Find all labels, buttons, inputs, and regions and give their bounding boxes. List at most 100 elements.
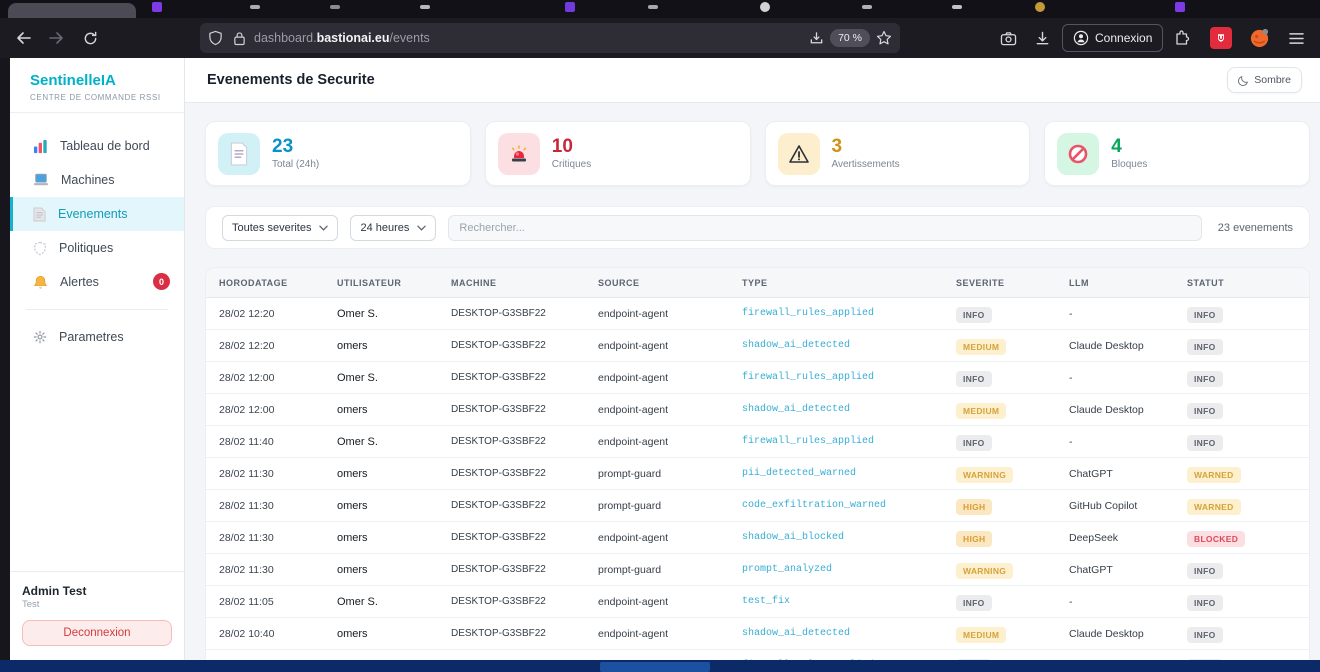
cell-type-link[interactable]: code_exfiltration_warned bbox=[742, 500, 956, 511]
cell-type-link[interactable]: shadow_ai_blocked bbox=[742, 532, 956, 543]
cell-machine: DESKTOP-G3SBF22 bbox=[451, 340, 598, 351]
cell-llm: - bbox=[1069, 308, 1187, 320]
sidebar-item-machines[interactable]: Machines bbox=[10, 163, 184, 197]
column-header: MACHINE bbox=[451, 278, 598, 288]
table-row[interactable]: 28/02 11:30 omers DESKTOP-G3SBF22 prompt… bbox=[206, 490, 1309, 522]
severity-select[interactable]: Toutes severites bbox=[222, 215, 338, 241]
cell-timestamp: 28/02 11:30 bbox=[219, 532, 337, 544]
bookmark-star-icon[interactable] bbox=[876, 30, 892, 46]
extension-icon[interactable] bbox=[1170, 26, 1194, 50]
cell-type-link[interactable]: prompt_analyzed bbox=[742, 564, 956, 575]
table-row[interactable]: 28/02 10:40 omers DESKTOP-G3SBF22 endpoi… bbox=[206, 618, 1309, 650]
status-badge: WARNED bbox=[1187, 499, 1241, 515]
tab-favicon-icon[interactable] bbox=[250, 5, 260, 9]
window-left-edge bbox=[0, 58, 10, 660]
table-row[interactable]: 28/02 11:30 omers DESKTOP-G3SBF22 prompt… bbox=[206, 554, 1309, 586]
table-header-row: HORODATAGE UTILISATEUR MACHINE SOURCE TY… bbox=[206, 268, 1309, 298]
sidebar-item-settings[interactable]: Parametres bbox=[10, 320, 184, 354]
cell-type-link[interactable]: pii_detected_warned bbox=[742, 468, 956, 479]
tab-favicon-icon[interactable] bbox=[152, 2, 162, 12]
table-row[interactable]: 28/02 12:00 Omer S. DESKTOP-G3SBF22 endp… bbox=[206, 362, 1309, 394]
table-row[interactable]: 28/02 12:00 omers DESKTOP-G3SBF22 endpoi… bbox=[206, 394, 1309, 426]
cell-llm: - bbox=[1069, 372, 1187, 384]
tab-favicon-icon[interactable] bbox=[330, 5, 340, 9]
url-text[interactable]: dashboard.bastionai.eu/events bbox=[254, 31, 809, 45]
severity-badge: MEDIUM bbox=[956, 627, 1006, 643]
cell-type-link[interactable]: firewall_rules_applied bbox=[742, 372, 956, 383]
screenshot-camera-icon[interactable] bbox=[996, 26, 1020, 50]
severity-badge: MEDIUM bbox=[956, 403, 1006, 419]
cell-type-link[interactable]: firewall_rules_applied bbox=[742, 436, 956, 447]
stat-card-warnings: 3 Avertissements bbox=[765, 121, 1031, 186]
tracking-shield-icon[interactable] bbox=[208, 30, 223, 46]
cell-type-link[interactable]: firewall_rules_applied bbox=[742, 308, 956, 319]
cell-machine: DESKTOP-G3SBF22 bbox=[451, 628, 598, 639]
sidebar: SentinelleIA CENTRE DE COMMANDE RSSI Tab… bbox=[10, 58, 185, 660]
tab-favicon-icon[interactable] bbox=[760, 2, 770, 12]
tab-favicon-icon[interactable] bbox=[952, 5, 962, 9]
extension-shield-icon[interactable] bbox=[1210, 27, 1232, 49]
table-row[interactable]: 28/02 10:40 Omer S. DESKTOP-G3SBF22 endp… bbox=[206, 650, 1309, 660]
tab-favicon-icon[interactable] bbox=[862, 5, 872, 9]
stat-card-total: 23 Total (24h) bbox=[205, 121, 471, 186]
stat-label: Avertissements bbox=[832, 159, 900, 170]
tab-favicon-icon[interactable] bbox=[1175, 2, 1185, 12]
cell-user: omers bbox=[337, 468, 451, 480]
forward-icon[interactable] bbox=[44, 26, 68, 50]
connexion-button[interactable]: Connexion bbox=[1062, 24, 1163, 52]
cell-type-link[interactable]: shadow_ai_detected bbox=[742, 628, 956, 639]
blocked-icon bbox=[1057, 133, 1099, 175]
table-row[interactable]: 28/02 12:20 omers DESKTOP-G3SBF22 endpoi… bbox=[206, 330, 1309, 362]
cell-user: omers bbox=[337, 628, 451, 640]
cell-timestamp: 28/02 12:00 bbox=[219, 372, 337, 384]
table-row[interactable]: 28/02 12:20 Omer S. DESKTOP-G3SBF22 endp… bbox=[206, 298, 1309, 330]
sidebar-item-events[interactable]: Evenements bbox=[10, 197, 184, 231]
tab-favicon-icon[interactable] bbox=[648, 5, 658, 9]
tab-favicon-icon[interactable] bbox=[1035, 2, 1045, 12]
table-row[interactable]: 28/02 11:05 Omer S. DESKTOP-G3SBF22 endp… bbox=[206, 586, 1309, 618]
zoom-level-badge[interactable]: 70 % bbox=[830, 29, 870, 47]
browser-tab-strip bbox=[0, 0, 1320, 18]
settings-icon bbox=[33, 330, 47, 344]
cell-source: endpoint-agent bbox=[598, 628, 742, 640]
user-block: Admin Test Test Deconnexion bbox=[10, 571, 184, 660]
url-bar[interactable]: dashboard.bastionai.eu/events 70 % bbox=[200, 23, 900, 53]
table-row[interactable]: 28/02 11:30 omers DESKTOP-G3SBF22 prompt… bbox=[206, 458, 1309, 490]
table-row[interactable]: 28/02 11:30 omers DESKTOP-G3SBF22 endpoi… bbox=[206, 522, 1309, 554]
cell-type-link[interactable]: test_fix bbox=[742, 596, 956, 607]
back-icon[interactable] bbox=[12, 26, 36, 50]
cell-user: omers bbox=[337, 532, 451, 544]
tab-favicon-icon[interactable] bbox=[565, 2, 575, 12]
sidebar-item-alerts[interactable]: Alertes 0 bbox=[10, 265, 184, 299]
time-range-select[interactable]: 24 heures bbox=[350, 215, 436, 241]
os-taskbar[interactable] bbox=[0, 660, 1320, 672]
extension-mask-icon[interactable] bbox=[1248, 26, 1271, 49]
downloads-icon[interactable] bbox=[1030, 26, 1054, 50]
severity-badge: INFO bbox=[956, 435, 992, 451]
siren-icon bbox=[498, 133, 540, 175]
tab-favicon-icon[interactable] bbox=[420, 5, 430, 9]
sidebar-item-dashboard[interactable]: Tableau de bord bbox=[10, 129, 184, 163]
theme-toggle-button[interactable]: Sombre bbox=[1227, 67, 1302, 93]
page-title: Evenements de Securite bbox=[207, 72, 375, 88]
connexion-label: Connexion bbox=[1095, 31, 1152, 45]
cell-source: endpoint-agent bbox=[598, 532, 742, 544]
sidebar-item-policies[interactable]: Politiques bbox=[10, 231, 184, 265]
sidebar-item-label: Parametres bbox=[59, 330, 124, 344]
table-row[interactable]: 28/02 11:40 Omer S. DESKTOP-G3SBF22 endp… bbox=[206, 426, 1309, 458]
stat-label: Critiques bbox=[552, 159, 591, 170]
reload-icon[interactable] bbox=[78, 26, 102, 50]
cell-timestamp: 28/02 11:30 bbox=[219, 564, 337, 576]
cell-type-link[interactable]: shadow_ai_detected bbox=[742, 340, 956, 351]
logout-button[interactable]: Deconnexion bbox=[22, 620, 172, 646]
lock-icon[interactable] bbox=[233, 31, 246, 46]
column-header: HORODATAGE bbox=[219, 278, 337, 288]
save-page-icon[interactable] bbox=[809, 31, 824, 46]
filter-bar: Toutes severites 24 heures 23 evenements bbox=[205, 206, 1310, 249]
menu-icon[interactable] bbox=[1284, 26, 1308, 50]
browser-active-tab[interactable] bbox=[8, 3, 136, 18]
cell-type-link[interactable]: shadow_ai_detected bbox=[742, 404, 956, 415]
sidebar-item-label: Tableau de bord bbox=[60, 139, 150, 153]
search-input[interactable] bbox=[448, 215, 1201, 241]
cell-timestamp: 28/02 10:40 bbox=[219, 628, 337, 640]
